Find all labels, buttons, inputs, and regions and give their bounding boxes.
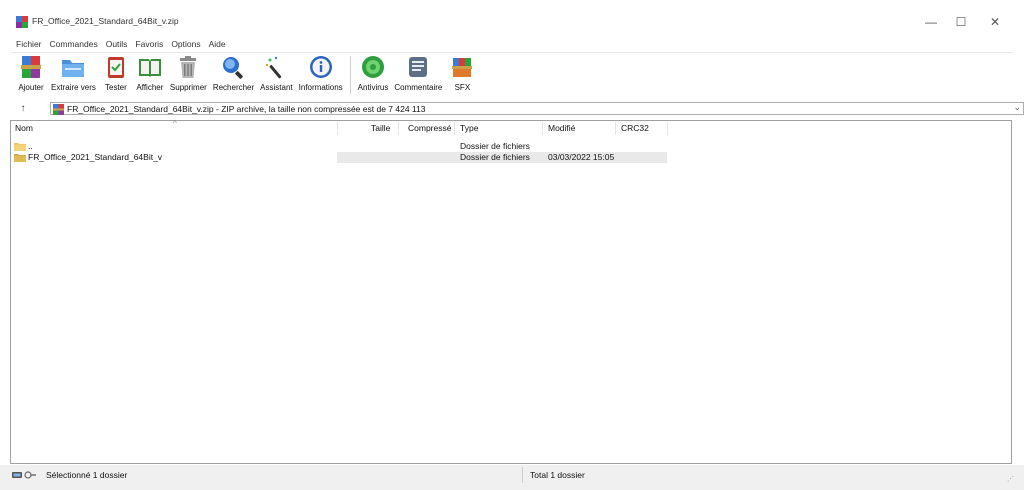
- view-label: Afficher: [136, 83, 164, 92]
- sfx-button[interactable]: SFX: [445, 54, 479, 92]
- row-modified: 03/03/2022 15:05: [548, 152, 615, 162]
- minimize-button[interactable]: —: [916, 12, 946, 32]
- wizard-label: Assistant: [260, 83, 293, 92]
- add-label: Ajouter: [18, 83, 44, 92]
- comment-label: Commentaire: [394, 83, 443, 92]
- comment-icon: [409, 57, 428, 77]
- view-book-icon: [138, 59, 161, 77]
- folder-icon: [14, 154, 26, 162]
- wizard-wand-icon: [266, 56, 282, 79]
- menu-divider: [12, 52, 1012, 53]
- extract-to-label: Extraire vers: [51, 83, 96, 92]
- menu-favoris[interactable]: Favoris: [131, 38, 167, 50]
- find-button[interactable]: Rechercher: [210, 54, 257, 92]
- chevron-down-icon[interactable]: ⌄: [1013, 102, 1021, 113]
- comment-button[interactable]: Commentaire: [391, 54, 445, 92]
- status-total: Total 1 dossier: [530, 470, 585, 480]
- winrar-app-icon: [16, 16, 28, 28]
- folder-icon: [14, 143, 26, 151]
- delete-label: Supprimer: [169, 83, 207, 92]
- winrar-add-icon: [21, 56, 41, 78]
- info-label: Informations: [298, 83, 343, 92]
- column-header-size[interactable]: Taille: [371, 123, 390, 133]
- resize-grip-icon[interactable]: ⋰: [1007, 475, 1014, 483]
- test-label: Tester: [105, 83, 127, 92]
- column-header-type[interactable]: Type: [460, 123, 478, 133]
- test-button[interactable]: Tester: [99, 54, 133, 92]
- view-button[interactable]: Afficher: [133, 54, 167, 92]
- column-header-modified[interactable]: Modifié: [548, 123, 575, 133]
- menu-outils[interactable]: Outils: [102, 38, 132, 50]
- address-field[interactable]: FR_Office_2021_Standard_64Bit_v.zip - ZI…: [50, 102, 1024, 115]
- table-row[interactable]: FR_Office_2021_Standard_64Bit_v Dossier …: [11, 152, 667, 163]
- antivirus-label: Antivirus: [357, 83, 389, 92]
- delete-button[interactable]: Supprimer: [167, 54, 210, 92]
- title-bar: FR_Office_2021_Standard_64Bit_v.zip — ☐ …: [0, 0, 1024, 36]
- sort-ascending-icon: ^: [173, 119, 177, 128]
- row-name: ..: [28, 141, 33, 151]
- menu-commandes[interactable]: Commandes: [46, 38, 102, 50]
- row-name: FR_Office_2021_Standard_64Bit_v: [28, 152, 163, 162]
- antivirus-icon: [362, 56, 385, 78]
- trash-icon: [180, 56, 197, 78]
- column-header-crc32[interactable]: CRC32: [621, 123, 649, 133]
- sfx-label: SFX: [454, 83, 471, 92]
- antivirus-button[interactable]: Antivirus: [355, 54, 392, 92]
- status-selection: Sélectionné 1 dossier: [46, 470, 128, 480]
- extract-to-button[interactable]: Extraire vers: [48, 54, 99, 92]
- row-type: Dossier de fichiers: [460, 141, 530, 151]
- menu-aide[interactable]: Aide: [205, 38, 230, 50]
- wizard-button[interactable]: Assistant: [257, 54, 295, 92]
- column-header-packed[interactable]: Compressé: [408, 123, 451, 133]
- menu-options[interactable]: Options: [167, 38, 204, 50]
- maximize-button[interactable]: ☐: [946, 12, 976, 32]
- toolbar: Ajouter Extraire vers Tester Afficher Su…: [14, 54, 479, 96]
- info-icon: [309, 56, 332, 78]
- row-type: Dossier de fichiers: [460, 152, 530, 162]
- column-header-name[interactable]: Nom: [15, 123, 33, 133]
- test-clipboard-icon: [107, 57, 124, 78]
- extract-folder-icon: [62, 60, 85, 77]
- find-label: Rechercher: [212, 83, 255, 92]
- sfx-icon: [452, 58, 473, 77]
- up-folder-button[interactable]: ↑: [17, 102, 29, 116]
- archive-icon: [53, 104, 64, 115]
- menu-fichier[interactable]: Fichier: [12, 38, 46, 50]
- toolbar-divider: [349, 56, 351, 94]
- window-title: FR_Office_2021_Standard_64Bit_v.zip: [32, 16, 179, 26]
- close-button[interactable]: ✕: [980, 12, 1010, 32]
- search-magnifier-icon: [223, 57, 244, 79]
- add-button[interactable]: Ajouter: [14, 54, 48, 92]
- file-list[interactable]: Nom ^ Taille Compressé Type Modifié CRC3…: [10, 119, 1012, 464]
- table-row[interactable]: .. Dossier de fichiers: [11, 141, 667, 152]
- menu-bar: Fichier Commandes Outils Favoris Options…: [12, 38, 230, 50]
- status-bar: Sélectionné 1 dossier Total 1 dossier ⋰: [0, 465, 1024, 490]
- address-row: ↑ FR_Office_2021_Standard_64Bit_v.zip - …: [12, 102, 1024, 116]
- info-button[interactable]: Informations: [296, 54, 346, 92]
- drive-key-icon: [12, 471, 36, 479]
- address-text: FR_Office_2021_Standard_64Bit_v.zip - ZI…: [67, 104, 426, 114]
